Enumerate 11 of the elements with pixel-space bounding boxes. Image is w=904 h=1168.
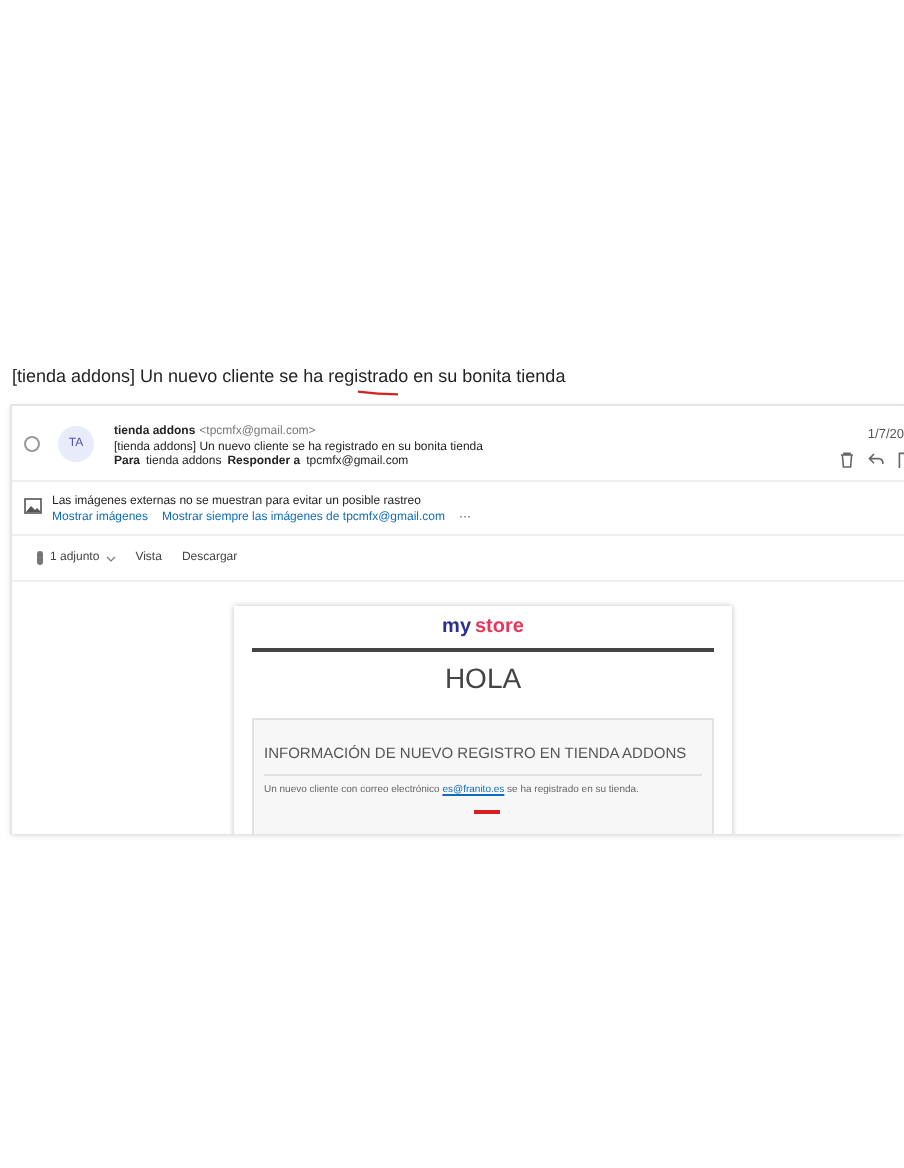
- select-radio[interactable]: [24, 436, 40, 452]
- paperclip-icon: [36, 550, 44, 566]
- underline-mark: [474, 810, 500, 814]
- image-icon: [24, 498, 42, 514]
- underline-mark: [356, 390, 400, 396]
- greeting-heading: HOLA: [444, 662, 522, 694]
- reply-icon[interactable]: [868, 451, 884, 466]
- delete-icon[interactable]: [840, 451, 854, 468]
- store-logo: my store: [440, 616, 526, 640]
- chevron-down-icon[interactable]: [105, 555, 116, 561]
- email-subject: [tienda addons] Un nuevo cliente se ha registrado en su bonita tienda: [12, 366, 566, 388]
